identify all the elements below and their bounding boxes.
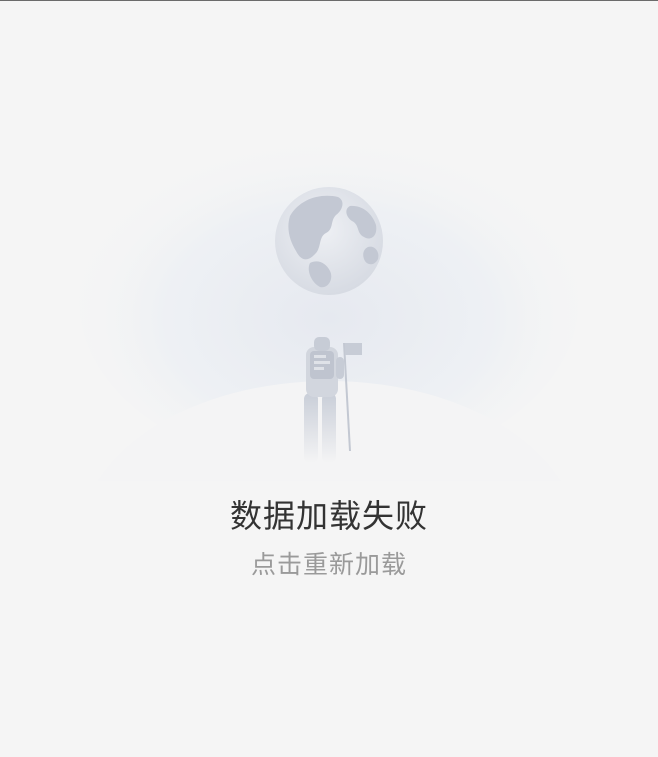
earth-icon [275,187,383,295]
load-failed-illustration [79,131,579,481]
reload-button[interactable]: 点击重新加载 [0,546,658,584]
error-page: 数据加载失败 点击重新加载 [0,0,658,757]
error-title: 数据加载失败 [229,497,428,535]
